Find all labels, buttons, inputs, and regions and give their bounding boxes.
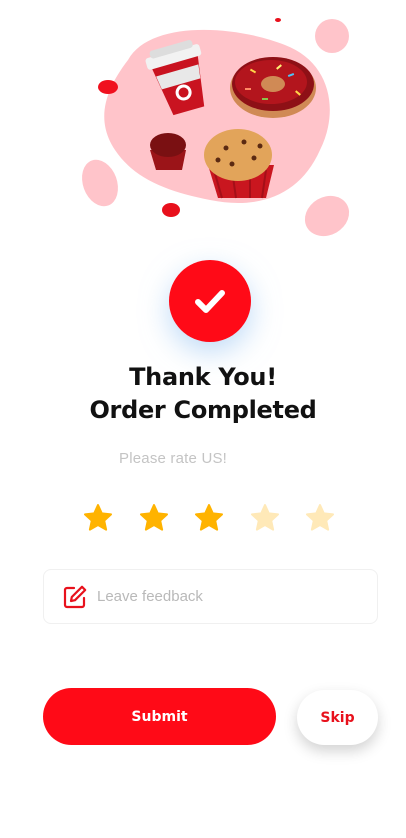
star-rating[interactable] <box>0 502 406 538</box>
success-badge <box>169 260 251 342</box>
star-2-icon[interactable] <box>138 502 170 534</box>
hero-illustration <box>0 0 406 250</box>
edit-icon <box>63 585 87 608</box>
skip-button[interactable]: Skip <box>297 690 378 745</box>
donut-illustration <box>230 57 316 118</box>
submit-button[interactable]: Submit <box>43 688 276 745</box>
small-muffin-illustration <box>150 133 186 170</box>
rating-prompt: Please rate US! <box>119 450 228 467</box>
confirmation-subtitle: Order Completed <box>89 396 317 424</box>
star-1-icon[interactable] <box>82 502 114 534</box>
confirmation-title: Thank You! <box>129 363 277 391</box>
feedback-field[interactable] <box>43 569 378 624</box>
star-5-icon[interactable] <box>304 502 336 534</box>
star-3-icon[interactable] <box>193 502 225 534</box>
feedback-input[interactable] <box>97 588 337 605</box>
checkmark-icon <box>195 290 225 313</box>
star-4-icon[interactable] <box>249 502 281 534</box>
